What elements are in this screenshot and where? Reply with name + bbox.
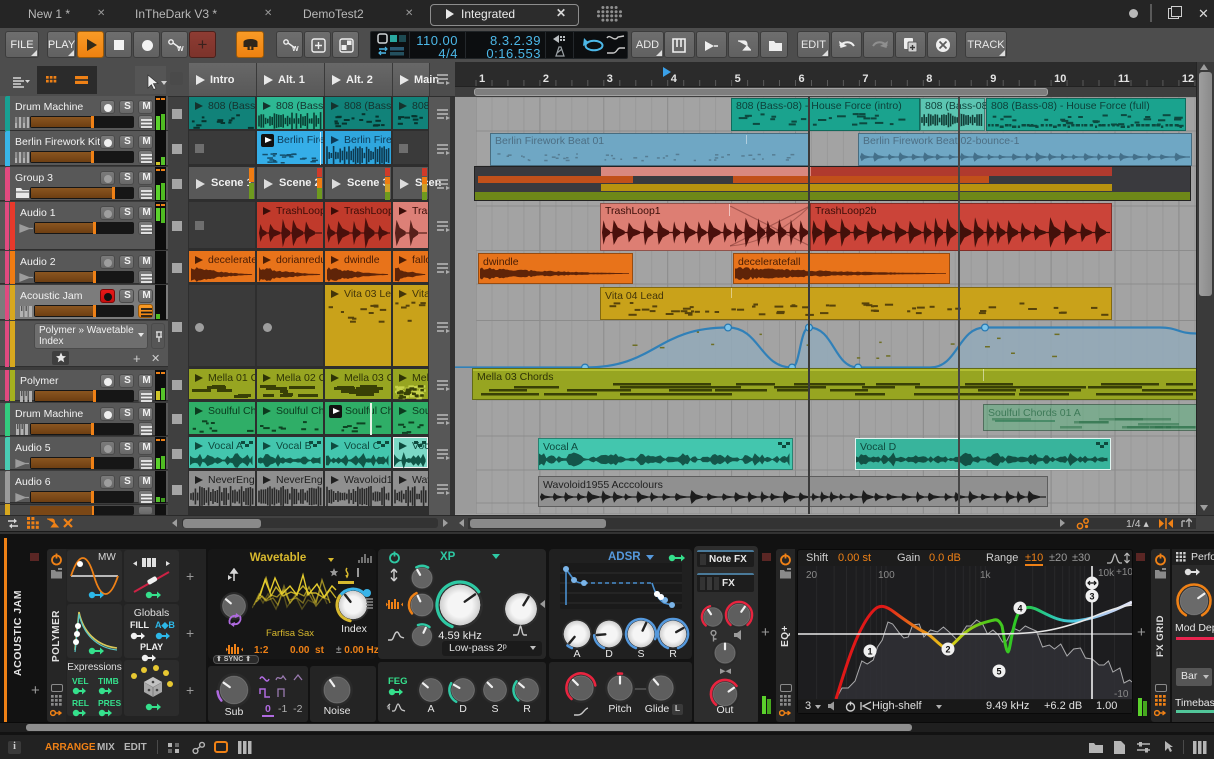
svg-text:-10: -10 bbox=[1114, 689, 1129, 699]
svg-text:W: W bbox=[177, 46, 184, 52]
svg-text:W: W bbox=[292, 46, 299, 52]
svg-text:5: 5 bbox=[996, 667, 1001, 677]
svg-text:1: 1 bbox=[867, 647, 872, 657]
svg-text:100: 100 bbox=[878, 570, 895, 581]
svg-text:2: 2 bbox=[945, 645, 950, 655]
svg-text:10k: 10k bbox=[1098, 568, 1115, 579]
svg-text:3: 3 bbox=[1089, 592, 1094, 602]
svg-text:20: 20 bbox=[806, 570, 818, 581]
svg-text:+10: +10 bbox=[1116, 567, 1132, 578]
svg-text:4: 4 bbox=[1017, 604, 1022, 614]
svg-text:1k: 1k bbox=[980, 570, 992, 581]
